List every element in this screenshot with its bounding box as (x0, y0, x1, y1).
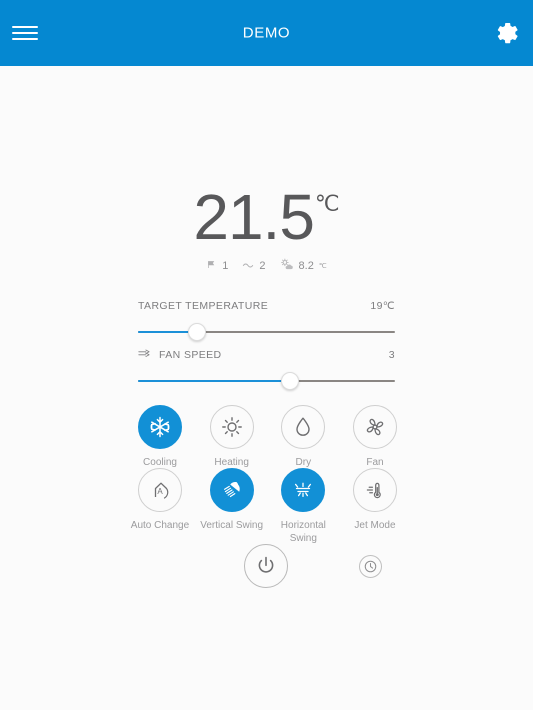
status-item-weather: 8.2 ℃ (280, 258, 327, 274)
mode-circle-horizontal-swing[interactable] (281, 468, 326, 512)
slider-thumb-target-temperature[interactable] (188, 323, 207, 341)
slider-label-target-temperature: TARGET TEMPERATURE (138, 300, 269, 312)
ac-remote-app: DEMO 21.5 ℃ 1 2 8.2 ℃ TARGET TEMPERATURE… (0, 0, 533, 710)
slider-value-fan-speed: 3 (388, 349, 395, 361)
jet-mode-icon (366, 482, 381, 499)
temperature-value: 21.5 (193, 181, 315, 253)
mode-circle-cooling[interactable] (138, 405, 182, 449)
mode-circle-heating[interactable] (209, 405, 254, 449)
slider-header: FAN SPEED 3 (138, 349, 395, 361)
fan-blades-icon (366, 418, 384, 436)
slider-track-target-temperature[interactable] (138, 323, 395, 341)
power-button[interactable] (244, 544, 288, 588)
status-indicators: 1 2 8.2 ℃ (0, 258, 533, 274)
slider-header: TARGET TEMPERATURE 19℃ (138, 300, 395, 312)
auto-change-icon: A (154, 482, 169, 499)
mode-circle-vertical-swing[interactable] (209, 468, 254, 512)
page-title: DEMO (242, 24, 291, 42)
mode-button-auto-change[interactable]: A Auto Change (125, 468, 195, 545)
mode-button-cooling[interactable]: Cooling (125, 405, 195, 469)
power-icon (258, 556, 274, 573)
status-unit-weather: ℃ (318, 263, 327, 270)
flag-indoor-icon (206, 259, 217, 273)
mode-button-dry[interactable]: Dry (268, 405, 338, 469)
horizontal-swing-icon (295, 482, 312, 498)
snowflake-icon (150, 416, 170, 438)
app-header: DEMO (0, 0, 533, 66)
mode-circle-dry[interactable] (281, 405, 326, 449)
mode-label-vertical-swing: Vertical Swing (200, 520, 264, 531)
gear-icon[interactable] (493, 19, 521, 47)
airflow-arrow-icon (138, 349, 153, 361)
timer-button[interactable] (359, 555, 382, 578)
status-value-airflow: 2 (259, 260, 266, 272)
temperature-unit: ℃ (314, 191, 340, 216)
slider-label-fan-speed: FAN SPEED (159, 349, 222, 361)
mode-buttons-row-2: A Auto Change Vertical Swing Horizontal … (125, 468, 410, 545)
sun-cloud-weather-icon (280, 258, 294, 274)
vertical-swing-icon (223, 482, 240, 498)
mode-circle-jet-mode[interactable] (352, 468, 397, 512)
svg-text:A: A (157, 487, 163, 496)
slider-track-fill (138, 380, 290, 382)
sun-icon (221, 417, 242, 437)
temperature-readout: 21.5 ℃ (193, 181, 340, 253)
mode-buttons-row-1: Cooling Heating Dry Fan (125, 405, 410, 469)
mode-label-jet-mode: Jet Mode (354, 520, 396, 531)
mode-button-jet-mode[interactable]: Jet Mode (340, 468, 410, 545)
slider-thumb-fan-speed[interactable] (280, 372, 299, 390)
mode-button-fan[interactable]: Fan (340, 405, 410, 469)
mode-button-vertical-swing[interactable]: Vertical Swing (197, 468, 267, 545)
slider-label-fan-speed-wrap: FAN SPEED (138, 349, 222, 361)
mode-button-horizontal-swing[interactable]: Horizontal Swing (268, 468, 338, 545)
mode-label-horizontal-swing: Horizontal Swing (280, 520, 326, 544)
status-item-indoor: 1 (206, 259, 228, 273)
status-value-indoor: 1 (222, 260, 229, 272)
water-drop-icon (296, 417, 311, 436)
slider-value-target-temperature: 19℃ (370, 300, 395, 312)
mode-button-heating[interactable]: Heating (197, 405, 267, 469)
mode-circle-auto-change[interactable]: A (138, 468, 182, 512)
wave-airflow-icon (242, 259, 254, 273)
mode-label-auto-change: Auto Change (130, 520, 190, 531)
current-temperature-display: 21.5 ℃ (0, 181, 533, 253)
fan-speed-slider: FAN SPEED 3 (138, 349, 395, 390)
clock-timer-icon (364, 560, 377, 573)
target-temperature-slider: TARGET TEMPERATURE 19℃ (138, 300, 395, 341)
status-value-weather: 8.2 (298, 260, 314, 272)
slider-track-fan-speed[interactable] (138, 372, 395, 390)
mode-circle-fan[interactable] (352, 405, 397, 449)
status-item-airflow: 2 (242, 259, 266, 273)
